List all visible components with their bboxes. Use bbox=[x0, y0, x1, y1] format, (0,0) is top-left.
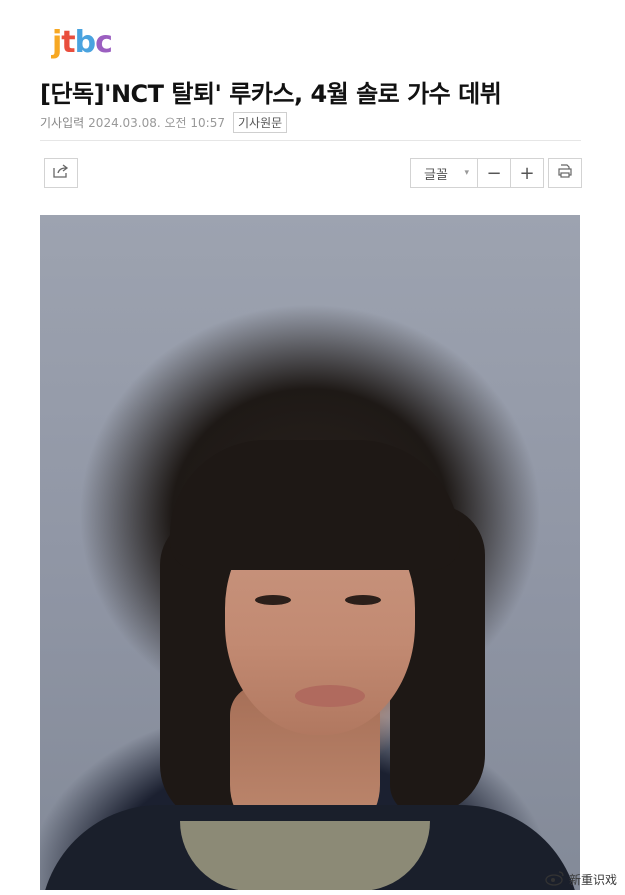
watermark-text: 新重识戏 bbox=[568, 873, 617, 887]
meta-label: 기사입력 bbox=[40, 116, 85, 130]
logo-letter-j: j bbox=[52, 25, 62, 60]
logo-letter-b: b bbox=[74, 25, 97, 60]
article-meta: 기사입력 2024.03.08. 오전 10:57 기사원문 bbox=[40, 112, 288, 133]
plus-icon: + bbox=[519, 162, 535, 184]
article-date: 2024.03.08. 오전 10:57 bbox=[88, 116, 225, 130]
share-button[interactable] bbox=[44, 158, 78, 188]
article-toolbar: 글꼴 ▾ − + bbox=[410, 158, 582, 188]
print-button[interactable] bbox=[548, 158, 582, 188]
logo-letter-c: c bbox=[95, 25, 113, 60]
chevron-down-icon: ▾ bbox=[464, 168, 469, 178]
font-select[interactable]: 글꼴 ▾ bbox=[410, 158, 478, 188]
share-icon bbox=[52, 163, 70, 183]
article-headline: [단독]'NCT 탈퇴' 루카스, 4월 솔로 가수 데뷔 bbox=[40, 80, 502, 108]
photo-collar bbox=[180, 821, 430, 890]
photo-eye-left bbox=[255, 595, 291, 605]
print-icon bbox=[557, 163, 573, 183]
minus-icon: − bbox=[486, 162, 502, 184]
divider bbox=[40, 140, 581, 141]
font-decrease-button[interactable]: − bbox=[477, 158, 511, 188]
article-photo bbox=[40, 215, 580, 890]
logo-letter-t: t bbox=[61, 25, 75, 60]
weibo-icon bbox=[545, 870, 565, 889]
font-increase-button[interactable]: + bbox=[510, 158, 544, 188]
jtbc-logo[interactable]: j t b c bbox=[52, 25, 113, 60]
photo-hair-top bbox=[170, 440, 460, 570]
photo-eye-right bbox=[345, 595, 381, 605]
font-select-label: 글꼴 bbox=[424, 167, 448, 183]
watermark: 新重识戏 bbox=[545, 870, 617, 889]
original-article-button[interactable]: 기사원문 bbox=[233, 112, 288, 133]
photo-lips bbox=[295, 685, 365, 707]
